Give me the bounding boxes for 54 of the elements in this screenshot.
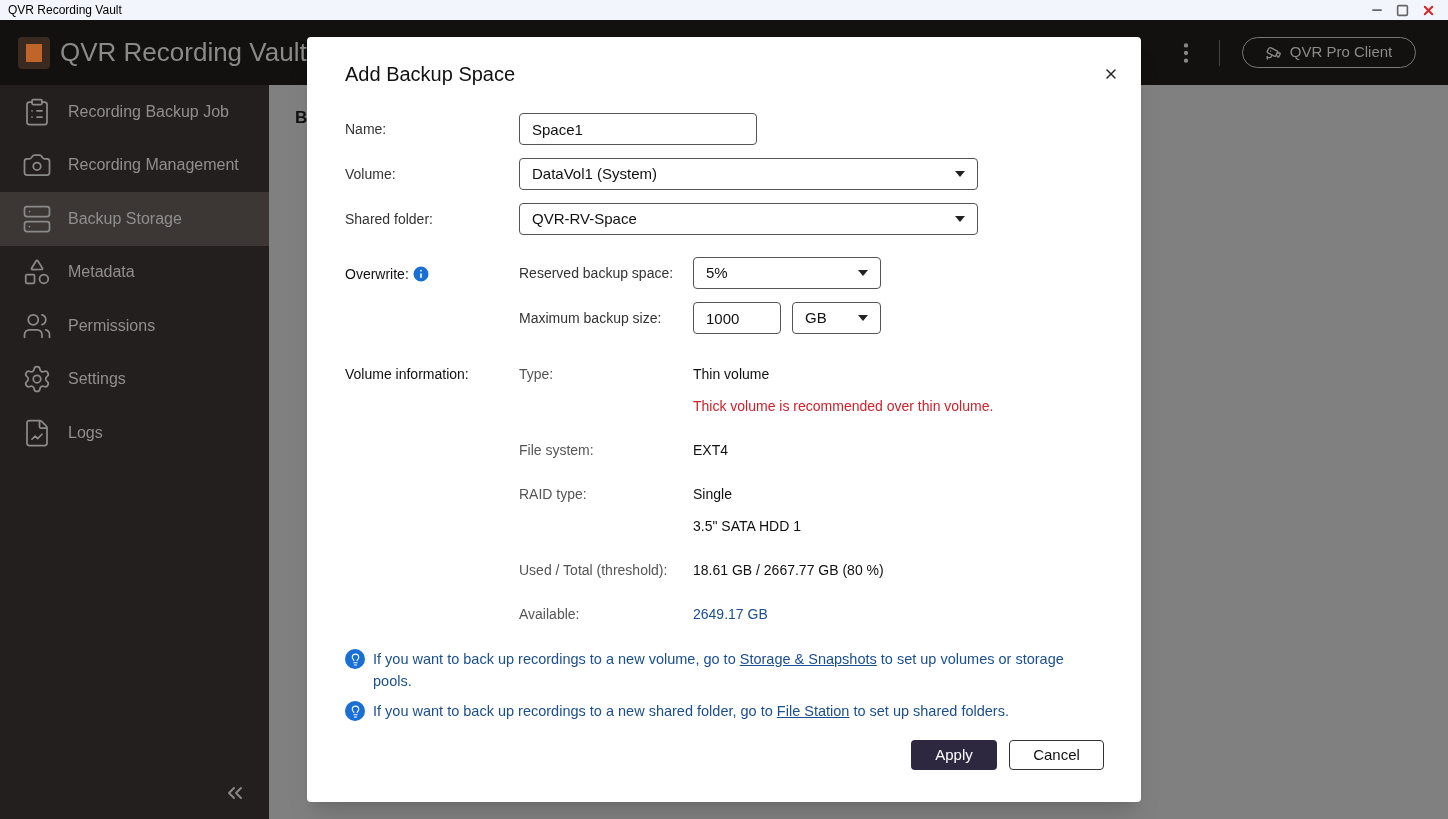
field-label: Maximum backup size: [519,308,663,328]
info-value: 2649.17 GB [693,605,768,624]
caret-icon [955,171,965,177]
sidebar-item[interactable]: Recording Backup Job [0,85,269,139]
info-value: EXT4 [693,441,728,460]
sidebar-item[interactable]: Backup Storage [0,192,269,246]
caret-icon [858,270,868,276]
dropdown-field[interactable]: QVR-RV-Space [519,203,978,235]
info-value: Thin volume [693,365,771,384]
size-field[interactable]: 1000 [693,302,781,334]
section-label: Volume information: [345,365,470,384]
sidebar-item[interactable]: Permissions [0,299,269,353]
info-label: Used / Total (threshold): [519,561,669,580]
overwrite-label: Overwrite: [345,265,409,284]
lightbulb-icon [345,701,365,721]
tip-text: If you want to back up recordings to a new volume, go to Storage & Snapshots to set up volumes or storage pools. [373,650,1065,691]
page-heading: B [295,108,308,127]
app-name: QVR Recording Vault [60,36,307,69]
field-label: Volume: [345,164,397,184]
info-label: RAID type: [519,485,588,504]
field-label: Reserved backup space: [519,263,675,283]
camera-icon [1265,44,1282,61]
sidebar-item[interactable]: Metadata [0,245,269,299]
unit-dropdown[interactable]: GB [792,302,881,334]
cancel-button[interactable]: Cancel [1009,740,1104,770]
maximize-icon[interactable] [1396,3,1409,17]
settings-icon [22,364,52,395]
sidebar-item[interactable]: Logs [0,406,269,460]
dialog-title: Add Backup Space [345,62,516,87]
link[interactable]: File Station [776,703,850,719]
lightbulb-icon [345,649,365,669]
sidebar-item[interactable]: Recording Management [0,138,269,192]
info-label: Available: [519,605,581,624]
info-icon[interactable] [410,264,431,284]
info-value: 3.5" SATA HDD 1 [693,517,801,536]
field-label: Shared folder: [345,209,434,229]
app-logo-icon [18,36,50,69]
server-icon [22,203,52,234]
window-title: QVR Recording Vault [8,2,122,19]
apply-button[interactable]: Apply [911,740,997,770]
tip-text: If you want to back up recordings to a new shared folder, go to File Station to set up shared folders. [373,702,1009,721]
info-value: Thick volume is recommended over thin volume. [693,397,994,416]
caret-icon [858,315,868,321]
info-value: 18.61 GB / 2667.77 GB (80 %) [693,561,884,580]
name-field[interactable]: Space1 [519,113,757,145]
info-label: Type: [519,365,555,384]
caret-icon [955,216,965,222]
sidebar-item[interactable]: Settings [0,352,269,406]
link[interactable]: Storage & Snapshots [739,651,877,667]
dropdown-field[interactable]: 5% [693,257,881,289]
info-value: Single [693,485,733,504]
info-label: File system: [519,441,595,460]
field-label: Name: [345,119,388,139]
dropdown-field[interactable]: DataVol1 (System) [519,158,978,190]
